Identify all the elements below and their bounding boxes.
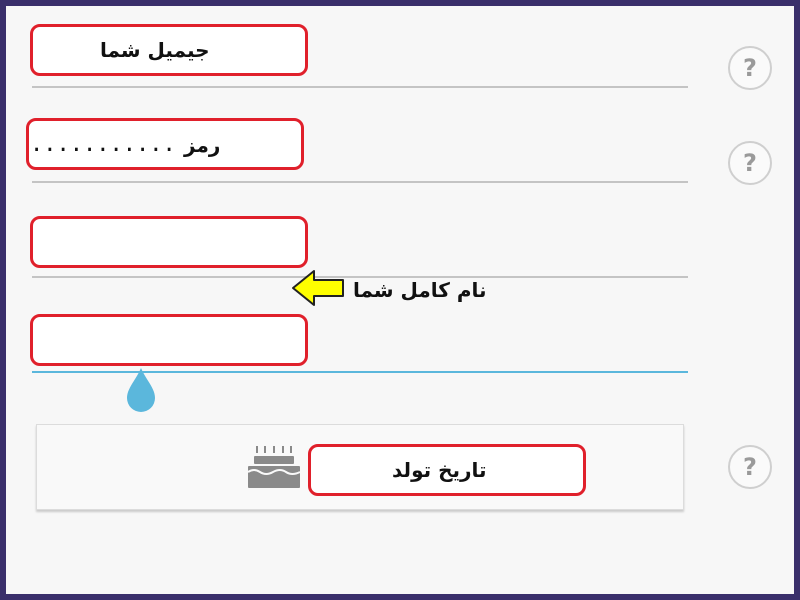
password-help-icon[interactable]: ? [728, 141, 772, 185]
password-masked-value: ........... [30, 132, 176, 157]
email-field-label: جیمیل شما [100, 38, 210, 62]
birthdate-help-icon[interactable]: ? [728, 445, 772, 489]
email-underline [32, 86, 688, 88]
text-cursor-handle-icon[interactable] [124, 366, 158, 414]
signup-form-screen: جیمیل شما ? ........... رمز ? نام کامل ش… [6, 6, 794, 594]
password-field-label: رمز [184, 133, 221, 157]
email-help-icon[interactable]: ? [728, 46, 772, 90]
password-underline [32, 181, 688, 183]
birthday-cake-icon [247, 446, 301, 488]
fullname-field[interactable] [30, 216, 308, 268]
text-field-active[interactable] [30, 314, 308, 366]
fullname-label: نام کامل شما [353, 278, 487, 302]
arrow-left-icon [292, 270, 344, 306]
birthdate-label: تاریخ تولد [392, 458, 487, 482]
